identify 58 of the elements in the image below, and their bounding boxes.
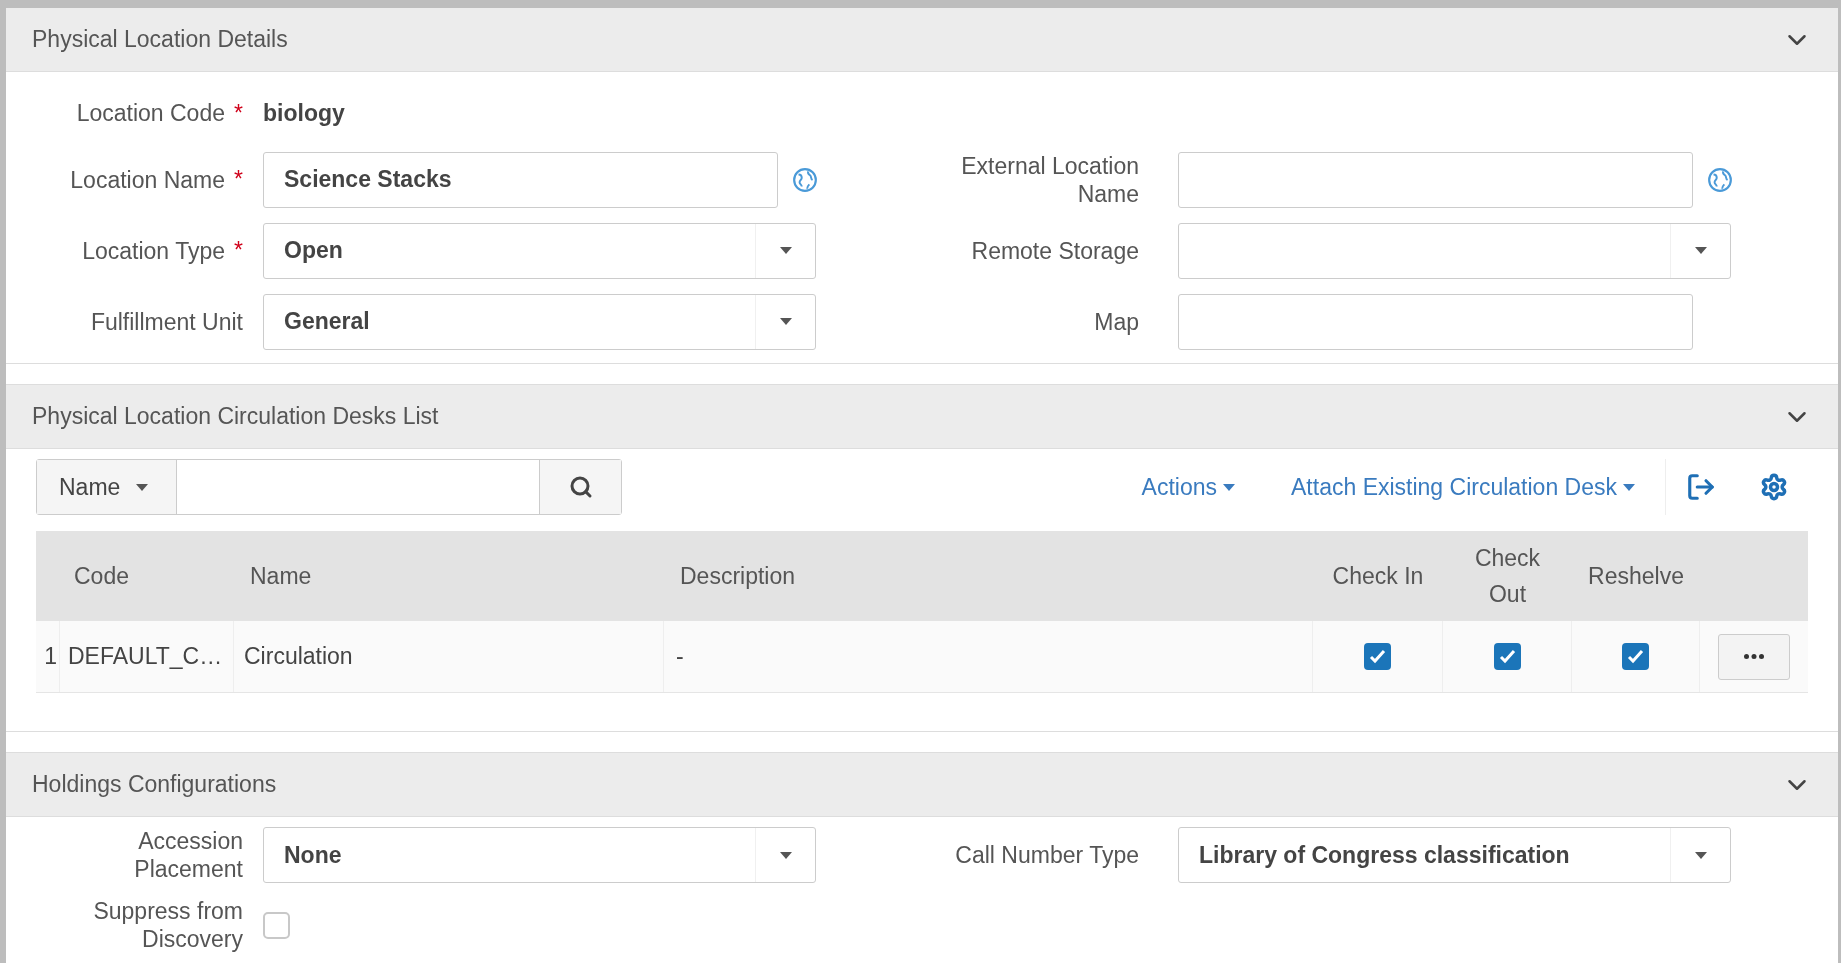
actions-menu[interactable]: Attach Existing Circulation Desk	[1291, 469, 1635, 505]
column-header[interactable]: Description	[680, 558, 796, 594]
text-field[interactable]	[1178, 293, 1693, 350]
field-label: External Location Name	[960, 151, 1139, 208]
caret-icon	[1623, 483, 1635, 491]
section-header[interactable]: Holdings Configurations	[6, 753, 1838, 817]
caret-icon	[779, 318, 792, 325]
required-mark: *	[233, 165, 243, 195]
table-cell-text: DEFAULT_C…	[68, 642, 223, 672]
column-header[interactable]: Code	[74, 558, 129, 594]
dropdown-field[interactable]: General	[263, 293, 816, 350]
filter-dropdown[interactable]: Name	[37, 460, 177, 514]
section-header[interactable]: Physical Location Circulation Desks List	[6, 385, 1838, 449]
caret-icon	[1694, 247, 1707, 254]
search-icon	[568, 475, 593, 499]
field-label: Location Name	[70, 165, 225, 194]
field-label: Map	[1094, 307, 1139, 336]
field-label: Accession Placement	[133, 827, 243, 883]
field-label: Suppress from Discovery	[92, 897, 243, 953]
caret-icon	[1223, 483, 1236, 491]
checkbox[interactable]	[263, 911, 290, 939]
dropdown-field[interactable]	[1178, 222, 1731, 279]
caret-icon	[779, 247, 792, 254]
field-label: Location Code	[76, 99, 225, 127]
globe-icon[interactable]	[1707, 166, 1733, 193]
text-field[interactable]	[1178, 151, 1693, 208]
section-header[interactable]: Physical Location Details	[6, 8, 1838, 72]
checkbox[interactable]	[1622, 643, 1649, 670]
required-mark: *	[233, 236, 243, 266]
dropdown-field[interactable]: Open	[263, 222, 816, 279]
search-bar[interactable]: Name	[36, 459, 622, 515]
table-cell-text: -	[676, 642, 684, 672]
column-header[interactable]: Check In	[1332, 558, 1424, 594]
column-header[interactable]: Reshelve	[1588, 558, 1684, 594]
export-icon[interactable]	[1686, 472, 1716, 502]
field-label: Call Number Type	[955, 841, 1139, 869]
checkbox[interactable]	[1493, 643, 1521, 670]
column-header[interactable]: Name	[250, 558, 312, 594]
caret-icon	[779, 851, 792, 859]
required-mark: *	[233, 98, 243, 128]
text-field[interactable]: Science Stacks	[263, 151, 778, 208]
more-icon	[1744, 654, 1764, 659]
dropdown-field[interactable]: Library of Congress classification	[1178, 827, 1731, 883]
dropdown-field[interactable]: None	[263, 827, 816, 883]
checkbox[interactable]	[1364, 643, 1391, 670]
search-button[interactable]	[539, 460, 621, 514]
field-label: Fulfillment Unit	[90, 307, 243, 336]
actions-menu[interactable]: Actions	[1141, 469, 1236, 505]
row-number: 1	[44, 642, 57, 672]
field-label: Remote Storage	[971, 236, 1139, 265]
settings-icon[interactable]	[1760, 473, 1788, 501]
globe-icon[interactable]	[792, 166, 818, 193]
caret-icon	[1694, 851, 1707, 859]
field-label: Location Type	[82, 236, 225, 265]
table-cell-text: Circulation	[244, 642, 353, 672]
column-header[interactable]: Check Out	[1467, 540, 1548, 612]
field-value: biology	[263, 99, 345, 126]
caret-icon	[136, 483, 149, 491]
